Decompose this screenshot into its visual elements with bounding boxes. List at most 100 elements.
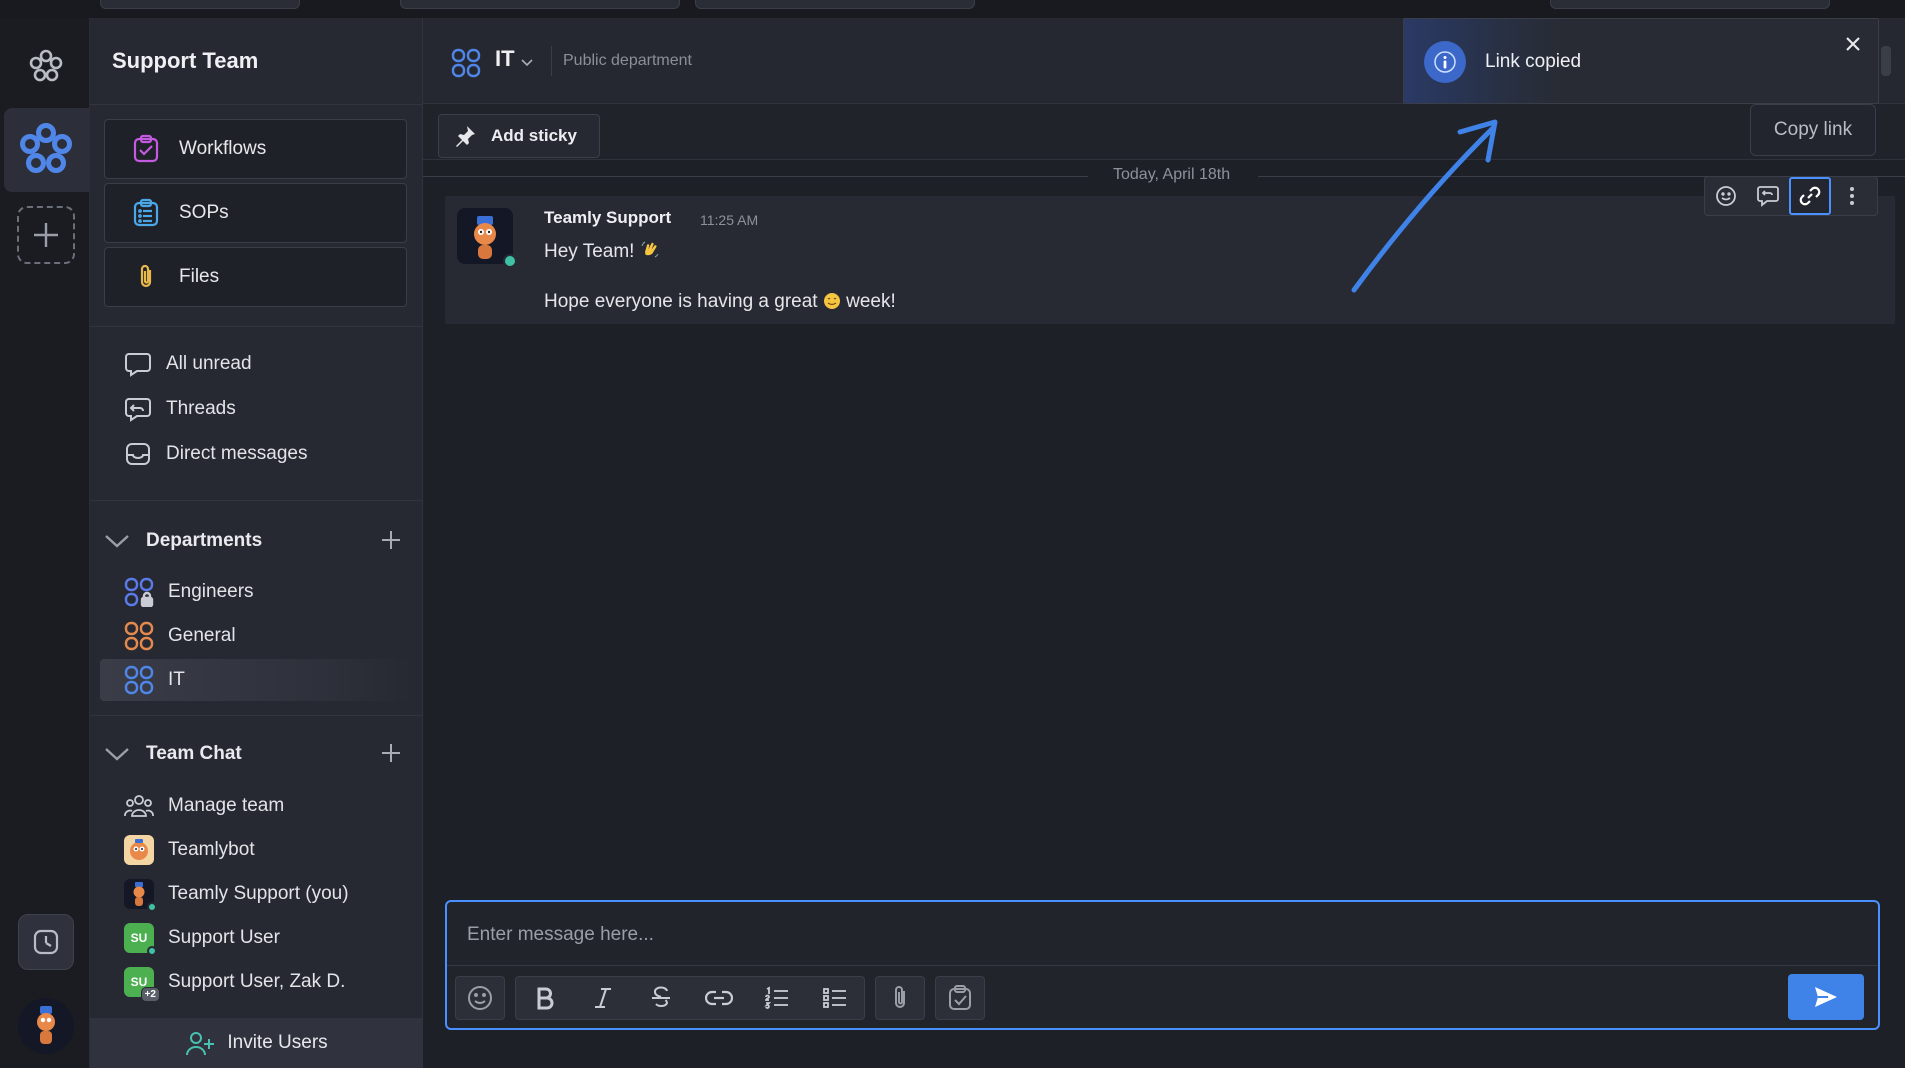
link-button[interactable] (690, 977, 748, 1019)
user-avatar[interactable] (18, 998, 74, 1054)
add-reaction-button[interactable] (1705, 177, 1747, 215)
send-button[interactable] (1788, 974, 1864, 1020)
more-options-button[interactable] (1831, 177, 1873, 215)
active-workspace-icon[interactable] (17, 120, 75, 178)
nav-direct-messages[interactable]: Direct messages (100, 433, 413, 475)
divider (90, 715, 423, 716)
bold-button[interactable] (516, 977, 574, 1019)
inbox-icon (126, 443, 150, 465)
header-divider (551, 46, 552, 76)
top-tab[interactable] (100, 0, 300, 9)
message-author[interactable]: Teamly Support (544, 208, 671, 228)
team-item-teamlybot[interactable]: Teamlybot (100, 829, 413, 871)
add-chat-icon[interactable] (380, 742, 402, 764)
clipboard-list-icon (133, 198, 159, 227)
online-status-dot (147, 946, 157, 956)
workspace-title: Support Team (112, 48, 259, 73)
clock-icon[interactable] (18, 914, 74, 970)
team-item-manage-team[interactable]: Manage team (100, 785, 413, 827)
team-item-teamly-support[interactable]: Teamly Support (you) (100, 873, 413, 915)
files-label: Files (179, 266, 220, 287)
support-user-avatar: SU (124, 923, 157, 956)
attach-group (875, 976, 925, 1020)
files-button[interactable]: Files (104, 247, 407, 307)
message-text: Hey Team! (544, 241, 635, 262)
departments-header[interactable]: Departments (102, 521, 412, 561)
message-author-avatar[interactable] (457, 208, 517, 268)
department-item-it[interactable]: IT (100, 659, 413, 701)
group-avatar: SU +2 (124, 967, 160, 1002)
top-tab[interactable] (1550, 0, 1830, 9)
department-locked-icon (124, 577, 154, 607)
workflows-button[interactable]: Workflows (104, 119, 407, 179)
workflows-label: Workflows (179, 138, 267, 159)
smiling-face-icon (823, 292, 841, 316)
channel-toolbar: Add sticky (423, 104, 1905, 160)
workspace-rail (0, 18, 90, 1068)
ordered-list-icon (764, 986, 788, 1009)
team-chat-title: Team Chat (146, 743, 242, 764)
attach-file-button[interactable] (876, 977, 924, 1019)
department-icon (451, 48, 481, 78)
team-item-group-chat[interactable]: SU +2 Support User, Zak D. (100, 961, 413, 1003)
channel-title[interactable]: IT (495, 46, 515, 72)
ordered-list-button[interactable] (748, 977, 806, 1019)
nav-all-unread[interactable]: All unread (100, 343, 413, 385)
message-text: week! (846, 291, 896, 312)
bullet-list-icon (823, 988, 846, 1008)
team-item-label: Manage team (168, 795, 285, 816)
team-item-label: Support User (168, 927, 280, 948)
workspace-switcher-icon[interactable] (20, 40, 72, 92)
department-item-general[interactable]: General (100, 615, 413, 657)
message-input[interactable]: Enter message here... (447, 902, 1878, 966)
team-chat-header[interactable]: Team Chat (102, 734, 412, 774)
copy-link-button[interactable] (1789, 177, 1831, 215)
nav-threads[interactable]: Threads (100, 388, 413, 430)
italic-icon (595, 988, 611, 1008)
waving-hand-icon (640, 240, 660, 266)
add-department-icon[interactable] (380, 529, 402, 551)
teamly-support-avatar (124, 879, 157, 912)
message-composer: Enter message here... (445, 900, 1880, 1030)
message-item[interactable]: Teamly Support 11:25 AM Hey Team! Hope e… (445, 196, 1895, 324)
top-strip (0, 0, 1905, 18)
pin-icon (456, 126, 475, 147)
emoji-button[interactable] (456, 977, 504, 1019)
top-tab[interactable] (695, 0, 975, 9)
thread-icon (1757, 186, 1779, 207)
create-task-button[interactable] (936, 977, 984, 1019)
bullet-list-button[interactable] (806, 977, 864, 1019)
date-divider-text: Today, April 18th (1113, 166, 1231, 183)
chat-bubble-icon (125, 353, 151, 377)
paperclip-icon (140, 264, 152, 288)
add-sticky-button[interactable]: Add sticky (438, 114, 600, 158)
team-item-support-user[interactable]: SU Support User (100, 917, 413, 959)
online-status-dot (147, 902, 157, 912)
message-actions-bar (1704, 176, 1878, 216)
italic-button[interactable] (574, 977, 632, 1019)
sidebar: Support Team Workflows SOPs Files All un… (90, 18, 423, 1068)
strikethrough-button[interactable] (632, 977, 690, 1019)
add-workspace-button[interactable] (17, 206, 75, 264)
invite-users-label: Invite Users (227, 1032, 328, 1053)
reply-thread-button[interactable] (1747, 177, 1789, 215)
channel-subtitle: Public department (563, 52, 692, 69)
top-tab[interactable] (400, 0, 680, 9)
invite-users-button[interactable]: Invite Users (90, 1018, 423, 1068)
checklist-icon (949, 985, 971, 1010)
sops-button[interactable]: SOPs (104, 183, 407, 243)
link-icon (1799, 186, 1821, 206)
add-sticky-label: Add sticky (491, 126, 577, 145)
toast-notification: Link copied (1403, 18, 1879, 104)
online-status-dot (503, 254, 517, 268)
header-button-edge[interactable] (1881, 46, 1891, 76)
emoji-icon (1716, 186, 1736, 206)
department-item-engineers[interactable]: Engineers (100, 571, 413, 613)
chevron-down-icon (105, 748, 129, 761)
chevron-down-icon[interactable] (520, 58, 534, 68)
departments-title: Departments (146, 530, 263, 551)
member-count-badge: +2 (140, 987, 160, 1002)
send-icon (1815, 987, 1837, 1007)
close-icon[interactable] (1844, 35, 1862, 53)
text-format-group (515, 976, 865, 1020)
